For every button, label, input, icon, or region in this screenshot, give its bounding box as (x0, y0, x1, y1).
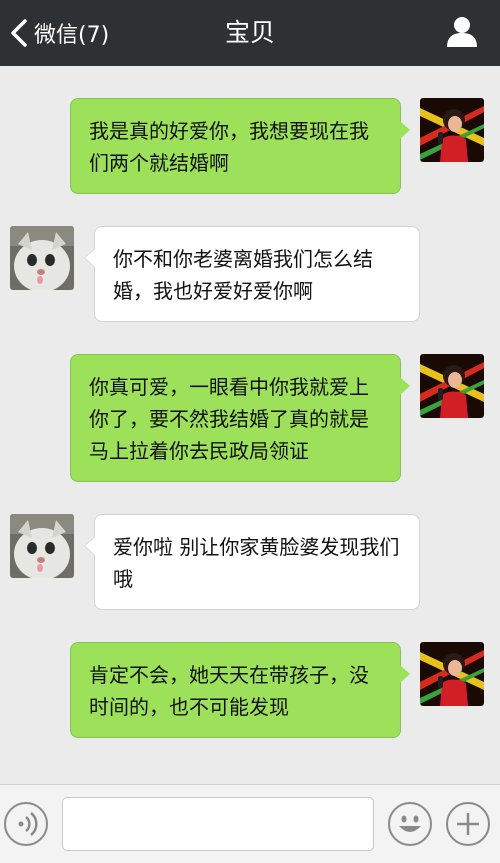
cat-avatar[interactable] (10, 226, 74, 290)
voice-button[interactable] (4, 802, 48, 846)
sent-message-bubble[interactable]: 我是真的好爱你，我想要现在我们两个就结婚啊 (70, 98, 410, 194)
input-bar (0, 784, 500, 863)
plus-icon (457, 813, 479, 835)
singer-avatar[interactable] (420, 642, 484, 706)
back-label: 微信(7) (34, 23, 110, 48)
voice-icon (18, 812, 38, 836)
message-list[interactable]: 我是真的好爱你，我想要现在我们两个就结婚啊 你不和你老婆离婚我们怎么结婚，我也好… (0, 66, 500, 784)
back-button[interactable]: 微信(7) (8, 14, 109, 52)
emoji-button[interactable] (388, 802, 432, 846)
message-text: 你不和你老婆离婚我们怎么结婚，我也好爱好爱你啊 (113, 247, 373, 303)
contact-profile-button[interactable] (444, 14, 480, 50)
chevron-left-icon (11, 19, 27, 47)
nav-header: 微信(7) 宝贝 (0, 0, 500, 66)
received-message-bubble[interactable]: 爱你啦 别让你家黄脸婆发现我们哦 (84, 514, 420, 610)
person-icon (447, 17, 477, 47)
cat-avatar[interactable] (10, 514, 74, 578)
sent-message-bubble[interactable]: 你真可爱，一眼看中你我就爱上你了，要不然我结婚了真的就是马上拉着你去民政局领证 (70, 354, 410, 482)
message-text: 我是真的好爱你，我想要现在我们两个就结婚啊 (89, 119, 369, 175)
sent-message-bubble[interactable]: 肯定不会，她天天在带孩子，没时间的，也不可能发现 (70, 642, 410, 738)
message-input[interactable] (62, 797, 374, 851)
message-text: 你真可爱，一眼看中你我就爱上你了，要不然我结婚了真的就是马上拉着你去民政局领证 (89, 375, 369, 463)
message-text: 肯定不会，她天天在带孩子，没时间的，也不可能发现 (89, 663, 369, 719)
emoji-icon (399, 815, 421, 832)
received-message-bubble[interactable]: 你不和你老婆离婚我们怎么结婚，我也好爱好爱你啊 (84, 226, 420, 322)
more-options-button[interactable] (446, 802, 490, 846)
singer-avatar[interactable] (420, 354, 484, 418)
message-text: 爱你啦 别让你家黄脸婆发现我们哦 (113, 535, 400, 591)
singer-avatar[interactable] (420, 98, 484, 162)
